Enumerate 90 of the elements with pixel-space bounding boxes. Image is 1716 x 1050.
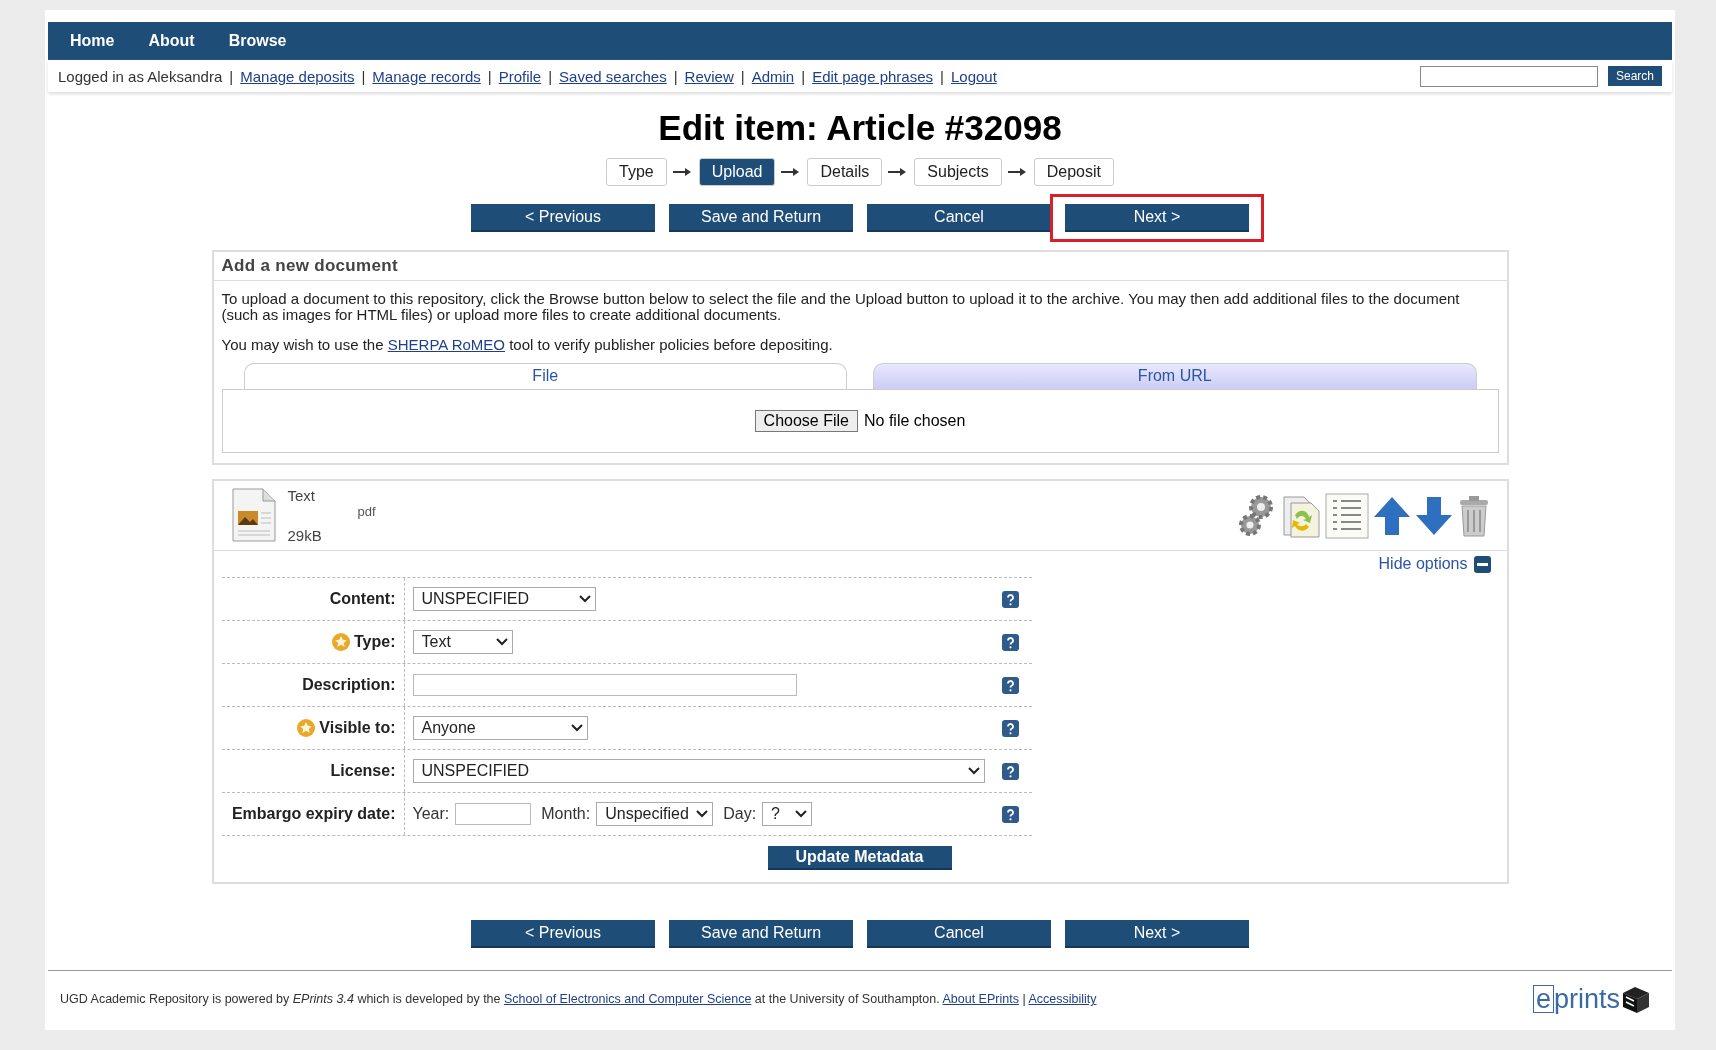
- sherpa-text: You may wish to use the SHERPA RoMEO tool to verify publisher policies before depositing.: [221, 337, 834, 353]
- help-icon[interactable]: [1001, 719, 1019, 737]
- field-label: Embargo expiry date:: [231, 805, 396, 823]
- footer-link[interactable]: School of Electronics and Computer Science: [504, 992, 752, 1006]
- caret-icon: [578, 595, 591, 603]
- select-field[interactable]: Anyone: [412, 716, 588, 740]
- caret-icon: [696, 810, 709, 818]
- user-link[interactable]: Manage deposits: [240, 67, 355, 85]
- user-link[interactable]: Logout: [950, 67, 997, 85]
- help-icon[interactable]: [1001, 676, 1019, 694]
- down-arrow-icon[interactable]: [1414, 496, 1453, 536]
- minus-icon[interactable]: [1473, 555, 1491, 573]
- separator: |: [740, 67, 745, 85]
- caret-icon: [570, 724, 583, 732]
- tab[interactable]: File: [243, 363, 847, 389]
- nav-button[interactable]: Cancel: [867, 920, 1051, 948]
- footer-text: UGD Academic Repository is powered by EPrints 3.4 which is developed by the School of Electronics and Computer Science at the University of Southampton. About EPrints | Accessibility: [60, 992, 1097, 1006]
- separator: |: [940, 67, 944, 85]
- update-metadata-button[interactable]: Update Metadata: [767, 846, 952, 870]
- user-link[interactable]: Review: [684, 67, 734, 85]
- logged-in-text: Logged in as Aleksandra: [58, 67, 223, 85]
- footer-link[interactable]: About EPrints: [942, 992, 1019, 1006]
- footer-link[interactable]: Accessibility: [1028, 992, 1097, 1006]
- user-link[interactable]: Manage records: [372, 67, 481, 85]
- year-label: Year:: [412, 805, 450, 823]
- nav-button[interactable]: < Previous: [471, 920, 655, 948]
- help-icon[interactable]: [1001, 805, 1019, 823]
- separator: |: [487, 67, 492, 85]
- day-label: Day:: [723, 805, 757, 823]
- select-field[interactable]: Text: [412, 630, 513, 654]
- nav-button[interactable]: Save and Return: [669, 204, 853, 232]
- select-field[interactable]: UNSPECIFIED: [412, 759, 985, 783]
- user-link[interactable]: Saved searches: [559, 67, 667, 85]
- separator: |: [548, 67, 553, 85]
- separator: |: [229, 67, 234, 85]
- caret-icon: [967, 767, 980, 775]
- separator: |: [673, 67, 678, 85]
- separator: |: [361, 67, 366, 85]
- choose-file-button[interactable]: Choose File: [754, 410, 858, 432]
- select-field[interactable]: UNSPECIFIED: [412, 587, 596, 611]
- document-icon: [229, 487, 278, 543]
- caret-icon: [495, 638, 508, 646]
- search-button[interactable]: Search: [1607, 66, 1662, 86]
- nav-button[interactable]: Save and Return: [669, 920, 853, 948]
- user-link[interactable]: Admin: [751, 67, 795, 85]
- document-type: Text: [287, 487, 316, 504]
- caret-icon: [795, 810, 808, 818]
- month-select[interactable]: Unspecified: [596, 802, 714, 826]
- nav-button[interactable]: Next >: [1065, 204, 1249, 232]
- description-field[interactable]: [412, 674, 797, 696]
- sherpa-link[interactable]: SHERPA RoMEO: [387, 336, 505, 353]
- help-icon[interactable]: [1001, 633, 1019, 651]
- step: Upload: [698, 158, 776, 186]
- nav-link[interactable]: Home: [58, 32, 137, 50]
- step: Deposit: [1033, 158, 1114, 186]
- field-label: License:: [330, 762, 396, 780]
- nav-link[interactable]: About: [136, 32, 217, 50]
- panel-heading: Add a new document: [213, 252, 1507, 281]
- intro-text: To upload a document to this repository, click the Browse button below to select the file and the Upload button to upload it to the archive. You may then add additional files to the document (such as images for HTML files) or upload more files to create additional documents.: [221, 291, 1461, 323]
- up-arrow-icon[interactable]: [1372, 496, 1411, 536]
- year-field[interactable]: [455, 803, 532, 825]
- eprints-logo: eprints: [1532, 983, 1652, 1015]
- file-status: No file chosen: [864, 412, 966, 430]
- document-format: pdf: [357, 504, 376, 519]
- day-select[interactable]: ?: [762, 802, 813, 826]
- field-label: Visible to:: [319, 719, 396, 737]
- step: Type: [606, 158, 667, 186]
- page-title: Edit item: Article #32098: [658, 108, 1062, 148]
- field-label: Description:: [302, 676, 396, 694]
- nav-button[interactable]: Cancel: [867, 204, 1051, 232]
- search-field[interactable]: [1419, 65, 1598, 87]
- user-link[interactable]: Edit page phrases: [812, 67, 934, 85]
- step: Subjects: [914, 158, 1002, 186]
- nav-button[interactable]: Next >: [1065, 920, 1249, 948]
- tab[interactable]: From URL: [873, 363, 1477, 389]
- step: Details: [807, 158, 883, 186]
- help-icon[interactable]: [1001, 762, 1019, 780]
- hide-options-link[interactable]: Hide options: [1378, 555, 1468, 573]
- month-label: Month:: [541, 805, 591, 823]
- list-icon[interactable]: [1324, 493, 1369, 539]
- help-icon[interactable]: [1001, 590, 1019, 608]
- arrow-icon: [672, 167, 693, 177]
- separator: |: [801, 67, 806, 85]
- document-size: 29kB: [287, 527, 323, 544]
- nav-link[interactable]: Browse: [216, 32, 309, 50]
- user-link[interactable]: Profile: [498, 67, 542, 85]
- arrow-icon: [1007, 167, 1028, 177]
- field-label: Type:: [354, 633, 396, 651]
- nav-button[interactable]: < Previous: [471, 204, 655, 232]
- field-label: Content:: [329, 590, 396, 608]
